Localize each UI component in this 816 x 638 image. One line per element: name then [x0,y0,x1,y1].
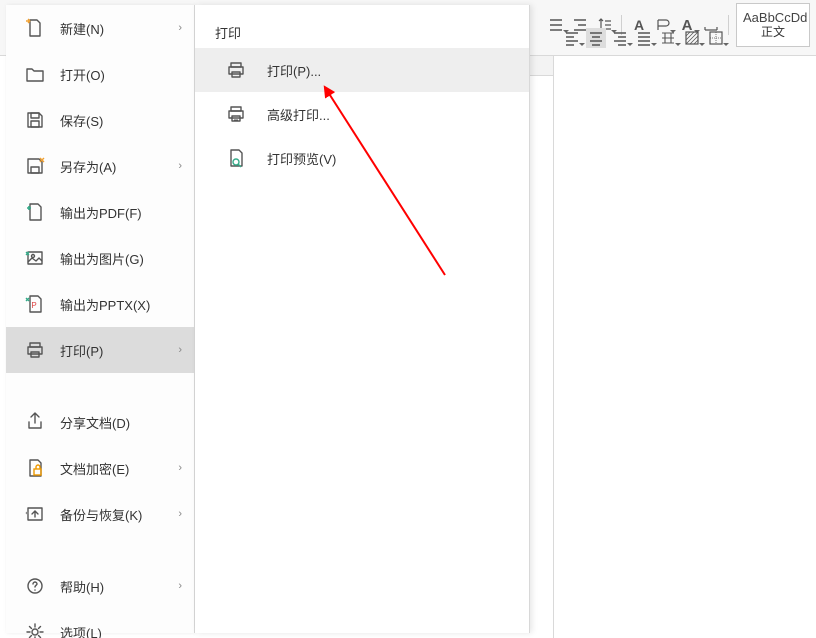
pdf-icon [24,201,46,223]
help-icon [24,575,46,597]
submenu-item-aprint[interactable]: 高级打印... [195,92,529,136]
menu-item-saveas[interactable]: 另存为(A)› [6,143,194,189]
style-sample: AaBbCcDd [743,11,803,25]
menu-item-label: 打开(O) [60,65,182,84]
menu-item-new[interactable]: 新建(N)› [6,5,194,51]
options-icon [24,621,46,638]
style-label: 正文 [743,25,803,39]
submenu-item-preview[interactable]: 打印预览(V) [195,136,529,180]
menu-item-save[interactable]: 保存(S) [6,97,194,143]
align-justify-icon[interactable] [634,28,654,48]
align-right-icon[interactable] [610,28,630,48]
menu-item-label: 输出为PPTX(X) [60,295,182,314]
backup-icon [24,503,46,525]
menu-item-open[interactable]: 打开(O) [6,51,194,97]
document-area[interactable] [553,56,816,638]
menu-item-image[interactable]: 输出为图片(G) [6,235,194,281]
menu-item-encrypt[interactable]: 文档加密(E)› [6,445,194,491]
chevron-right-icon: › [178,160,182,172]
chevron-right-icon: › [178,22,182,34]
file-menu: 新建(N)›打开(O)保存(S)另存为(A)›输出为PDF(F)输出为图片(G)… [6,5,195,633]
toolbar-separator [728,15,729,35]
menu-item-label: 帮助(H) [60,577,178,596]
submenu-item-label: 打印预览(V) [267,149,336,168]
align-left-icon[interactable] [562,28,582,48]
print-icon [225,59,247,81]
menu-item-backup[interactable]: 备份与恢复(K)› [6,491,194,537]
menu-item-label: 备份与恢复(K) [60,505,178,524]
submenu-item-label: 高级打印... [267,105,330,124]
menu-item-share[interactable]: 分享文档(D) [6,399,194,445]
menu-item-label: 输出为PDF(F) [60,203,182,222]
menu-item-label: 另存为(A) [60,157,178,176]
share-icon [24,411,46,433]
menu-item-label: 文档加密(E) [60,459,178,478]
aprint-icon [225,103,247,125]
chevron-right-icon: › [178,580,182,592]
new-icon [24,17,46,39]
saveas-icon [24,155,46,177]
submenu-title: 打印 [195,23,529,48]
svg-text:P: P [31,301,36,310]
menu-item-label: 新建(N) [60,19,178,38]
print-icon [24,339,46,361]
preview-icon [225,147,247,169]
menu-item-label: 打印(P) [60,341,178,360]
borders-icon[interactable] [706,28,726,48]
print-submenu: 打印 打印(P)... 高级打印... 打印预览(V) [195,5,530,633]
style-normal[interactable]: AaBbCcDd 正文 [736,3,810,47]
align-center-icon[interactable] [586,28,606,48]
encrypt-icon [24,457,46,479]
menu-item-pdf[interactable]: 输出为PDF(F) [6,189,194,235]
save-icon [24,109,46,131]
submenu-item-label: 打印(P)... [267,61,321,80]
menu-item-label: 分享文档(D) [60,413,182,432]
distribute-icon[interactable] [658,28,678,48]
menu-item-label: 选项(L) [60,623,182,638]
menu-item-label: 输出为图片(G) [60,249,182,268]
image-icon [24,247,46,269]
chevron-right-icon: › [178,344,182,356]
chevron-right-icon: › [178,462,182,474]
menu-item-help[interactable]: 帮助(H)› [6,563,194,609]
menu-item-print[interactable]: 打印(P)› [6,327,194,373]
menu-item-options[interactable]: 选项(L) [6,609,194,638]
menu-item-pptx[interactable]: P 输出为PPTX(X) [6,281,194,327]
pptx-icon: P [24,293,46,315]
open-icon [24,63,46,85]
submenu-item-print[interactable]: 打印(P)... [195,48,529,92]
chevron-right-icon: › [178,508,182,520]
shading-icon[interactable] [682,28,702,48]
menu-item-label: 保存(S) [60,111,182,130]
